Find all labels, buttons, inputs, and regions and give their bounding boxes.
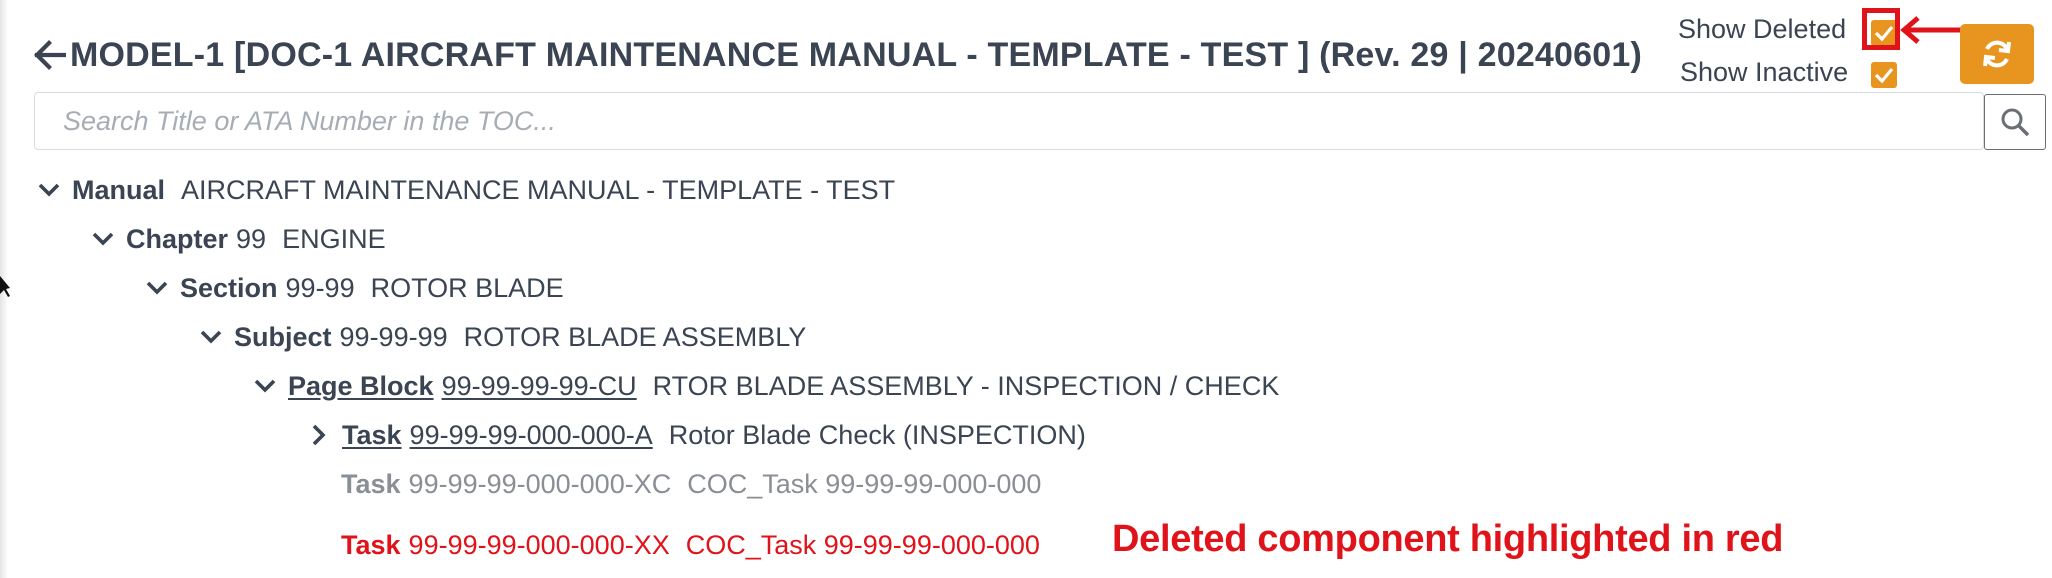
- node-title: ROTOR BLADE ASSEMBLY: [463, 321, 807, 352]
- checkmark-icon: [1874, 67, 1894, 84]
- node-number-link[interactable]: 99-99-99-99-CU: [442, 371, 637, 402]
- tree-node-task[interactable]: Task 99-99-99-000-000-A Rotor Blade Chec…: [306, 415, 1086, 455]
- node-title: Rotor Blade Check (INSPECTION): [668, 419, 1086, 450]
- chevron-right-icon[interactable]: [306, 422, 332, 448]
- node-kind: Chapter: [126, 223, 229, 254]
- node-number: 99: [236, 223, 267, 254]
- show-deleted-toggle: Show Deleted: [1678, 14, 1846, 45]
- tree-node-task-deleted[interactable]: Task 99-99-99-000-000-XX COC_Task 99-99-…: [341, 525, 1040, 565]
- node-title: ROTOR BLADE: [370, 272, 564, 303]
- node-number: 99-99: [285, 272, 355, 303]
- page-title: MODEL-1 [DOC-1 AIRCRAFT MAINTENANCE MANU…: [70, 35, 1643, 74]
- node-number: 99-99-99-000-000-XC: [408, 468, 672, 499]
- search-input[interactable]: [61, 104, 1945, 138]
- highlight-frame: [1862, 8, 1900, 50]
- page-header: MODEL-1 [DOC-1 AIRCRAFT MAINTENANCE MANU…: [34, 30, 1642, 80]
- chevron-down-icon[interactable]: [252, 373, 278, 399]
- node-kind-link[interactable]: Page Block: [288, 371, 434, 402]
- show-inactive-label: Show Inactive: [1680, 57, 1849, 87]
- node-title: COC_Task 99-99-99-000-000: [687, 468, 1042, 499]
- tree-node-subject[interactable]: Subject 99-99-99 ROTOR BLADE ASSEMBLY: [198, 317, 806, 357]
- node-title: AIRCRAFT MAINTENANCE MANUAL - TEMPLATE -…: [181, 174, 896, 205]
- chevron-down-icon[interactable]: [90, 226, 116, 252]
- search-icon: [2001, 108, 2030, 137]
- search-bar: [34, 92, 1984, 150]
- search-button[interactable]: [1984, 94, 2046, 150]
- tree-node-section[interactable]: Section 99-99 ROTOR BLADE: [144, 268, 564, 308]
- node-title: COC_Task 99-99-99-000-000: [685, 529, 1040, 560]
- node-kind: Manual: [72, 174, 166, 205]
- chevron-down-icon[interactable]: [198, 324, 224, 350]
- node-number: 99-99-99-000-000-XX: [408, 529, 670, 560]
- show-deleted-label: Show Deleted: [1678, 14, 1847, 44]
- node-number-link[interactable]: 99-99-99-000-000-A: [410, 420, 653, 451]
- refresh-button[interactable]: [1960, 24, 2034, 84]
- chevron-down-icon[interactable]: [36, 177, 62, 203]
- node-kind: Section: [180, 272, 278, 303]
- show-inactive-toggle: Show Inactive: [1680, 57, 1848, 88]
- node-number: 99-99-99: [339, 321, 448, 352]
- node-kind: Task: [341, 468, 401, 499]
- tree-node-chapter[interactable]: Chapter 99 ENGINE: [90, 219, 386, 259]
- annotation-note: Deleted component highlighted in red: [1112, 518, 1784, 560]
- node-kind: Task: [341, 529, 401, 560]
- node-kind-link[interactable]: Task: [342, 420, 402, 451]
- show-inactive-checkbox[interactable]: [1871, 62, 1897, 88]
- tree-node-manual[interactable]: Manual AIRCRAFT MAINTENANCE MANUAL - TEM…: [36, 170, 895, 210]
- mouse-cursor-icon: [0, 276, 10, 303]
- node-title: RTOR BLADE ASSEMBLY - INSPECTION / CHECK: [652, 370, 1280, 401]
- tree-node-task-inactive[interactable]: Task 99-99-99-000-000-XC COC_Task 99-99-…: [341, 464, 1041, 504]
- chevron-down-icon[interactable]: [144, 275, 170, 301]
- back-arrow-icon[interactable]: [34, 38, 68, 72]
- tree-node-page-block[interactable]: Page Block 99-99-99-99-CU RTOR BLADE ASS…: [252, 366, 1279, 406]
- node-title: ENGINE: [282, 223, 386, 254]
- node-kind: Subject: [234, 321, 332, 352]
- refresh-icon: [1983, 40, 2011, 68]
